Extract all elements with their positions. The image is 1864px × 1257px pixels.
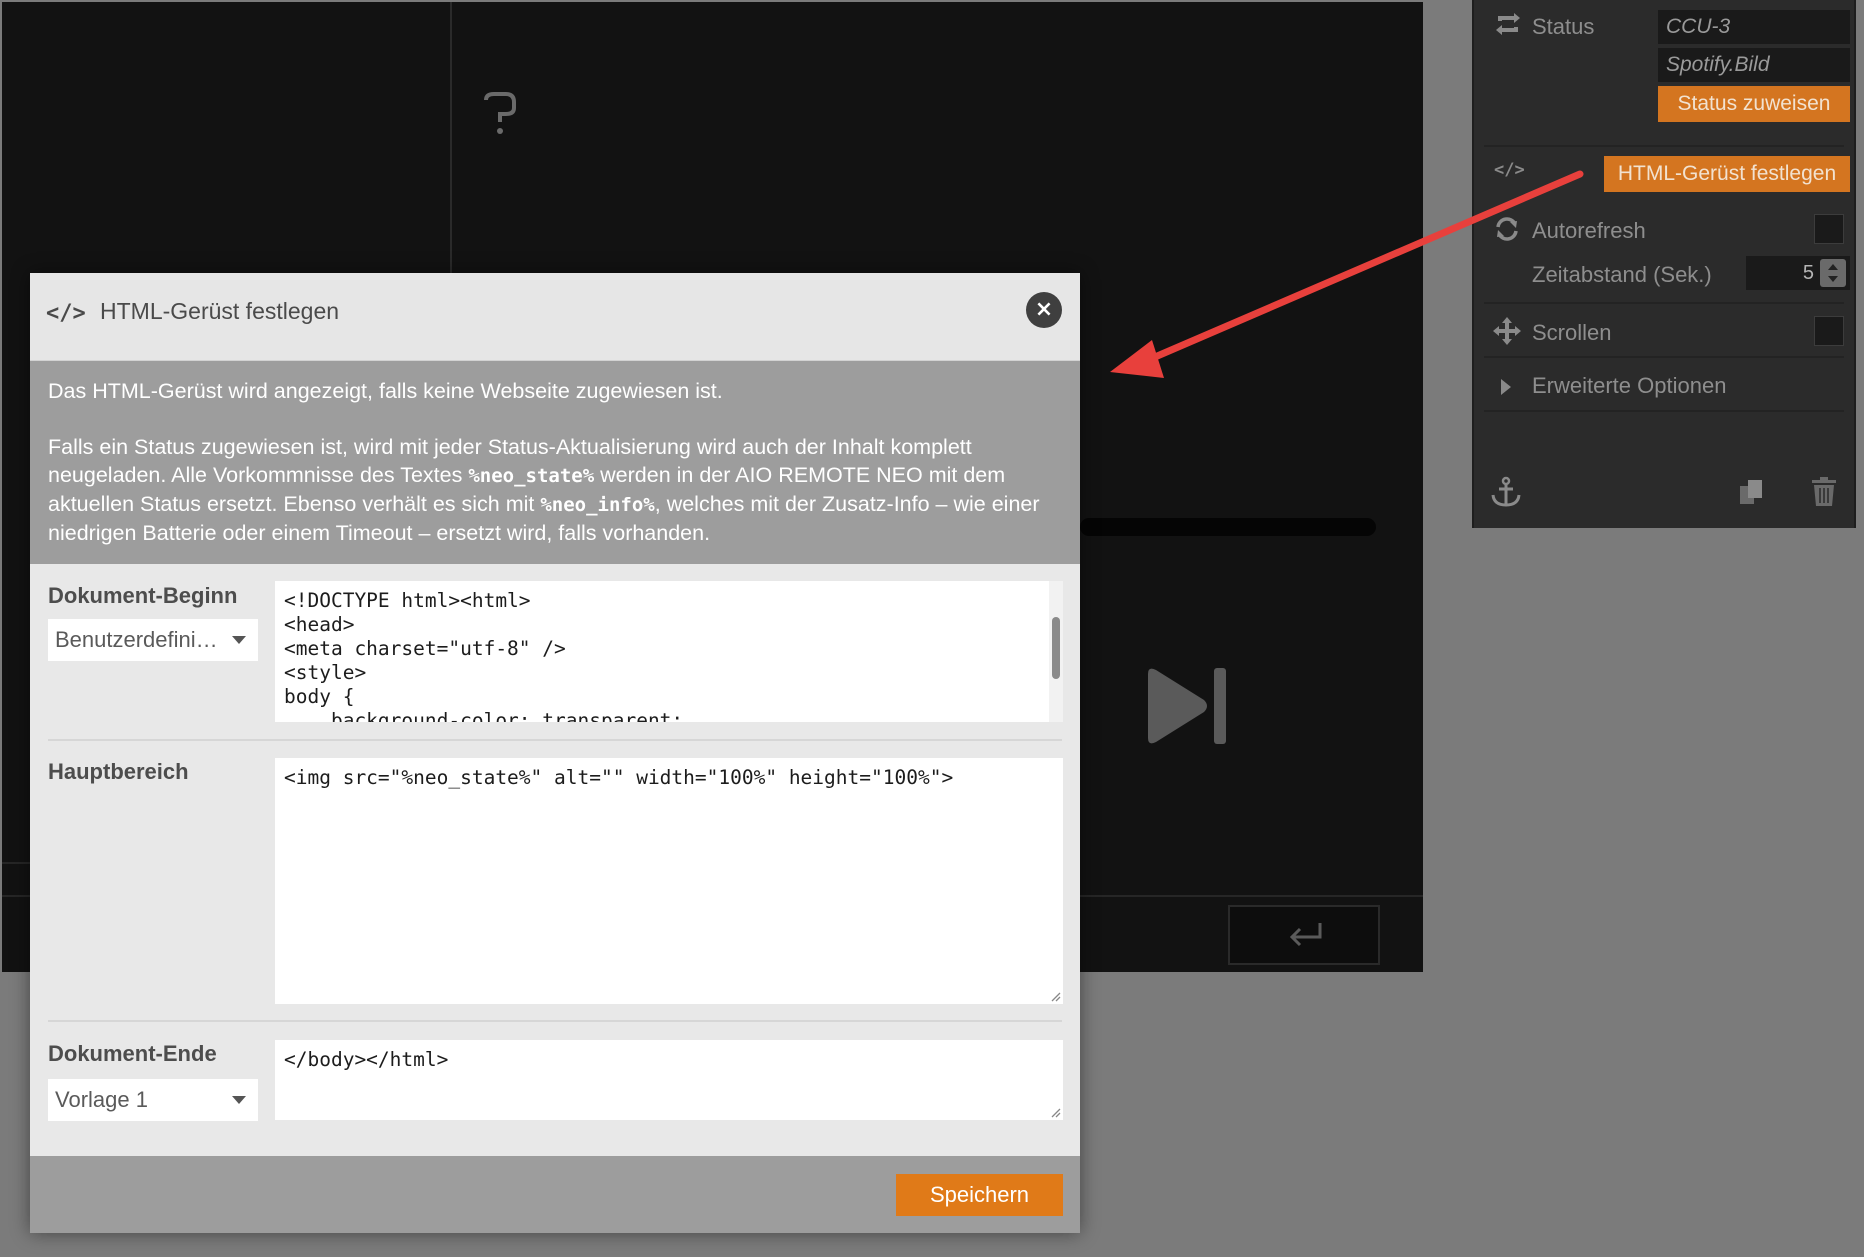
annotation-arrow (1110, 170, 1584, 378)
